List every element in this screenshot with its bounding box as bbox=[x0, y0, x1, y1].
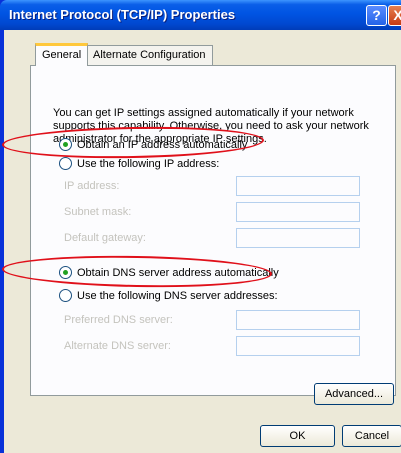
radio-selected-icon[interactable] bbox=[59, 138, 72, 151]
default-gateway-label: Default gateway: bbox=[64, 232, 146, 244]
ip-address-label: IP address: bbox=[64, 180, 120, 192]
advanced-button[interactable]: Advanced... bbox=[314, 383, 394, 405]
subnet-mask-field bbox=[236, 202, 360, 222]
alternate-dns-label: Alternate DNS server: bbox=[64, 340, 171, 352]
use-following-ip-label: Use the following IP address: bbox=[77, 157, 220, 170]
close-button[interactable]: X bbox=[388, 5, 401, 26]
subnet-mask-label: Subnet mask: bbox=[64, 206, 132, 218]
preferred-dns-field bbox=[236, 310, 360, 330]
obtain-dns-automatically-option[interactable]: Obtain DNS server address automatically bbox=[59, 266, 279, 279]
tab-alternate-configuration[interactable]: Alternate Configuration bbox=[86, 45, 213, 65]
use-following-dns-option[interactable]: Use the following DNS server addresses: bbox=[59, 289, 278, 302]
default-gateway-field bbox=[236, 228, 360, 248]
help-button[interactable]: ? bbox=[366, 5, 387, 26]
alternate-dns-field bbox=[236, 336, 360, 356]
radio-selected-icon[interactable] bbox=[59, 266, 72, 279]
cancel-button[interactable]: Cancel bbox=[342, 425, 401, 447]
use-following-ip-option[interactable]: Use the following IP address: bbox=[59, 157, 219, 170]
ip-address-field bbox=[236, 176, 360, 196]
title-bar[interactable]: Internet Protocol (TCP/IP) Properties ? … bbox=[0, 0, 401, 30]
radio-unselected-icon[interactable] bbox=[59, 157, 72, 170]
preferred-dns-label: Preferred DNS server: bbox=[64, 314, 173, 326]
radio-unselected-icon[interactable] bbox=[59, 289, 72, 302]
obtain-ip-automatically-option[interactable]: Obtain an IP address automatically bbox=[59, 138, 247, 151]
properties-dialog: Internet Protocol (TCP/IP) Properties ? … bbox=[0, 0, 401, 453]
obtain-dns-automatically-label: Obtain DNS server address automatically bbox=[77, 266, 279, 279]
tab-general[interactable]: General bbox=[35, 43, 89, 66]
ok-button[interactable]: OK bbox=[260, 425, 335, 447]
use-following-dns-label: Use the following DNS server addresses: bbox=[77, 289, 278, 302]
window-title: Internet Protocol (TCP/IP) Properties bbox=[9, 7, 236, 22]
obtain-ip-automatically-label: Obtain an IP address automatically bbox=[77, 138, 248, 151]
